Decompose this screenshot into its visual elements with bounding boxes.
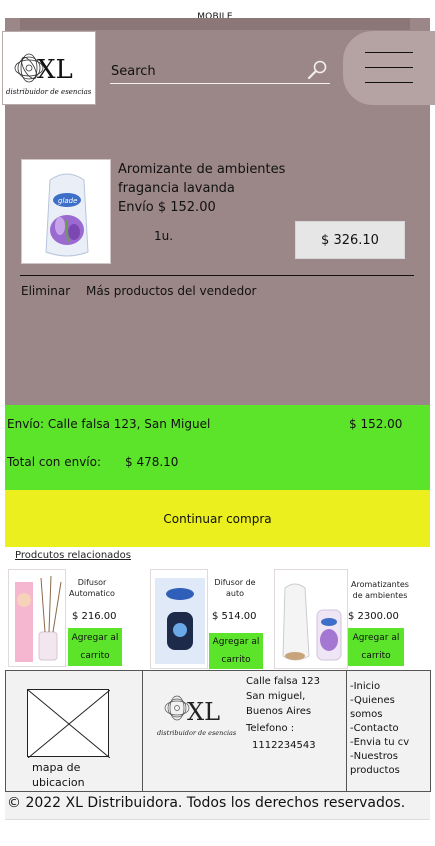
related-product-image[interactable] xyxy=(8,569,66,667)
product-quantity[interactable]: 1u. xyxy=(154,229,173,243)
total-value: $ 478.10 xyxy=(125,455,179,469)
logo-icon: XL distribuidor de esencias xyxy=(6,53,92,96)
add-to-cart-button[interactable]: Agregar al carrito xyxy=(348,628,404,666)
footer-address: Calle falsa 123 San miguel, Buenos Aires xyxy=(246,676,321,717)
product-price: $ 326.10 xyxy=(295,221,405,259)
continue-purchase-button[interactable]: Continuar compra xyxy=(5,490,430,547)
footer-link-productos[interactable]: -Nuestros productos xyxy=(350,750,428,778)
product-title[interactable]: Aromizante de ambientes fragancia lavand… xyxy=(118,160,308,198)
related-products-title[interactable]: Prodcutos relacionados xyxy=(15,550,131,561)
svg-text:distribuidor de esencias: distribuidor de esencias xyxy=(6,88,92,96)
footer-divider xyxy=(346,670,347,792)
logo-icon: XL distribuidor de esencias xyxy=(157,695,237,737)
add-to-cart-button[interactable]: Agregar al carrito xyxy=(68,628,122,666)
search-input[interactable] xyxy=(110,60,330,84)
footer-logo[interactable]: XL distribuidor de esencias xyxy=(155,680,243,742)
related-product-name[interactable]: Difusor Automatico xyxy=(62,577,122,599)
more-from-seller-link[interactable]: Más productos del vendedor xyxy=(86,284,256,298)
shipping-cost: $ 152.00 xyxy=(349,417,403,431)
divider xyxy=(20,275,414,276)
svg-text:XL: XL xyxy=(187,698,220,726)
map-image-placeholder[interactable] xyxy=(27,689,111,759)
product-shipping: Envío $ 152.00 xyxy=(118,200,216,215)
svg-text:XL: XL xyxy=(37,55,73,85)
svg-text:distribuidor de esencias: distribuidor de esencias xyxy=(157,729,237,737)
related-product-name[interactable]: Difusor de auto xyxy=(207,577,263,599)
product-image[interactable]: glade xyxy=(21,159,111,264)
header-strip xyxy=(20,18,410,30)
related-product-price: $ 2300.00 xyxy=(348,611,399,622)
related-product-price: $ 216.00 xyxy=(72,611,117,622)
related-product-name[interactable]: Aromatizantes de ambientes xyxy=(346,579,414,601)
footer-link-quienes-somos[interactable]: -Quienes somos xyxy=(350,694,428,722)
map-label: mapa de ubicacion xyxy=(32,761,85,789)
hamburger-menu-icon-line xyxy=(365,67,413,68)
footer-link-envia-cv[interactable]: -Envia tu cv xyxy=(350,736,428,750)
brand-logo[interactable]: XL distribuidor de esencias xyxy=(2,31,96,105)
add-to-cart-button[interactable]: Agregar al carrito xyxy=(209,633,263,669)
remove-item-link[interactable]: Eliminar xyxy=(21,284,70,298)
svg-text:glade: glade xyxy=(58,197,77,205)
hamburger-menu-icon-line xyxy=(365,82,413,83)
footer-phone-label: Telefono : xyxy=(246,723,295,734)
footer-divider xyxy=(142,670,143,792)
related-product-image[interactable] xyxy=(150,569,208,669)
total-label: Total con envío: xyxy=(7,455,102,469)
hamburger-menu-button[interactable] xyxy=(343,31,435,105)
copyright: © 2022 XL Distribuidora. Todos los derec… xyxy=(5,792,430,820)
related-product-image[interactable] xyxy=(274,569,348,669)
related-product-price: $ 514.00 xyxy=(212,611,257,622)
shipping-address: Envío: Calle falsa 123, San Miguel xyxy=(7,417,211,431)
footer-link-contacto[interactable]: -Contacto xyxy=(350,722,428,736)
footer-link-inicio[interactable]: -Inicio xyxy=(350,680,428,694)
footer-phone[interactable]: 1112234543 xyxy=(252,740,316,751)
search-icon[interactable] xyxy=(306,58,330,82)
hamburger-menu-icon xyxy=(365,52,413,53)
footer-nav: -Inicio -Quienes somos -Contacto -Envia … xyxy=(350,680,428,778)
